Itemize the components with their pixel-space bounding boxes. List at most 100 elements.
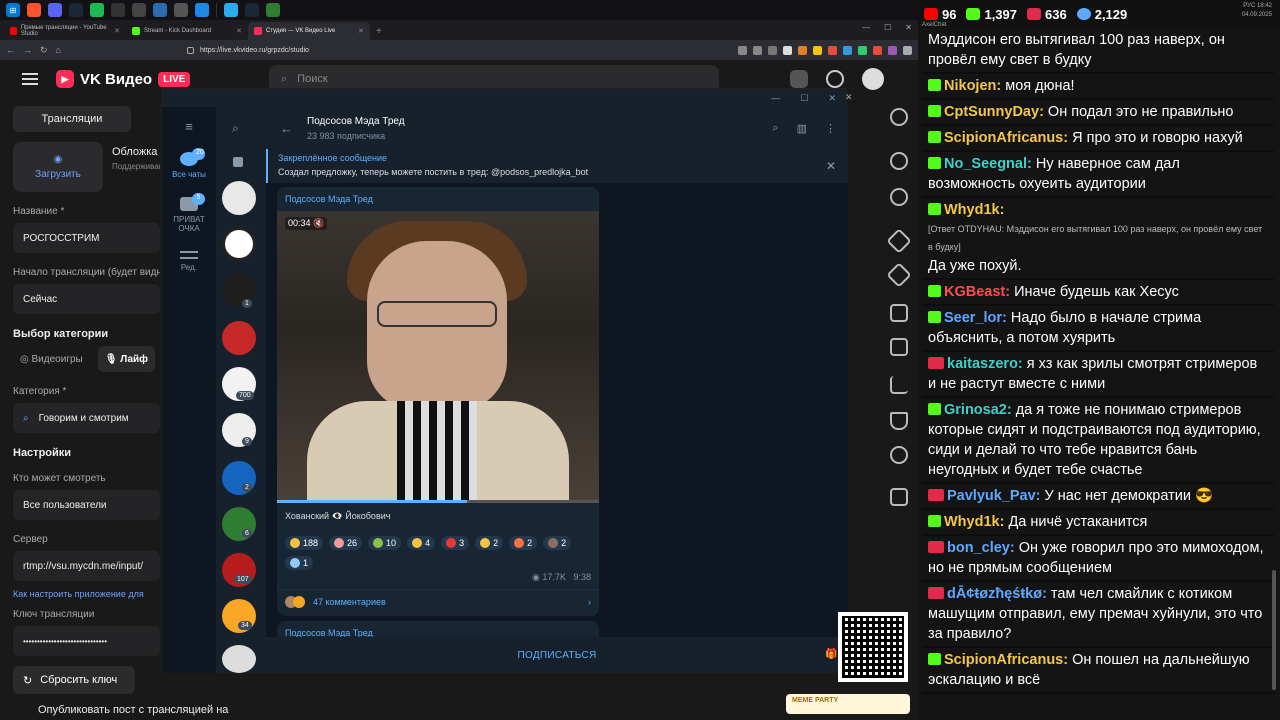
zoom-icon[interactable]	[738, 45, 747, 55]
folder-private[interactable]: 5 ПРИВАТ ОЧКА	[162, 193, 216, 233]
gem-icon[interactable]	[886, 262, 912, 288]
reaction-chip[interactable]: 2	[509, 536, 538, 550]
key-field[interactable]: ••••••••••••••••••••••••••••••	[13, 626, 160, 656]
subscribe-button[interactable]: ПОДПИСАТЬСЯ 🎁	[266, 637, 848, 673]
search-icon[interactable]: ⌕	[772, 122, 778, 135]
extension-icon[interactable]	[798, 45, 807, 55]
add-icon[interactable]	[826, 70, 844, 88]
chat-nick[interactable]: ScipionAfricanus:	[944, 652, 1072, 668]
close-icon[interactable]: ✕	[826, 159, 836, 173]
minimize-icon[interactable]: —	[771, 93, 780, 103]
brave-icon[interactable]	[27, 3, 41, 17]
search-icon[interactable]: ⌕	[232, 121, 239, 136]
bg-close-icon[interactable]: ✕	[845, 92, 853, 103]
back-icon[interactable]: ←	[280, 121, 293, 136]
windows-start-icon[interactable]: ⊞	[6, 3, 20, 17]
trophy-icon[interactable]	[890, 412, 908, 430]
reaction-chip[interactable]: 2	[543, 536, 572, 550]
reaction-chip[interactable]: 26	[329, 536, 363, 550]
user-icon[interactable]	[890, 152, 908, 170]
close-icon[interactable]: ✕	[905, 23, 912, 32]
maximize-icon[interactable]: ☐	[884, 23, 891, 32]
reaction-chip[interactable]: 3	[441, 536, 470, 550]
app-icon[interactable]	[174, 3, 188, 17]
close-icon[interactable]: ✕	[358, 27, 364, 35]
chat-nick[interactable]: CptSunnyDay:	[944, 104, 1048, 120]
chat-nick[interactable]: Pavlyuk_Pav:	[947, 488, 1045, 504]
chat-nick[interactable]: ScipionAfricanus:	[944, 130, 1072, 146]
minimize-icon[interactable]: —	[862, 23, 870, 32]
chat-nick[interactable]: Grinosa2:	[944, 402, 1016, 418]
browser-tab-active[interactable]: Студия — VK Видео Live ✕	[248, 22, 370, 40]
back-icon[interactable]: ←	[6, 45, 15, 55]
video-progress[interactable]	[277, 500, 599, 503]
maximize-icon[interactable]: ☐	[800, 93, 808, 104]
mute-icon[interactable]: 🔇	[313, 218, 324, 228]
archive-icon[interactable]	[233, 157, 243, 167]
reaction-chip[interactable]: 188	[285, 536, 324, 550]
server-field[interactable]: rtmp://vsu.mycdn.me/input/	[13, 551, 160, 581]
url-field[interactable]: https://live.vkvideo.ru/grpzdc/studio	[186, 46, 309, 54]
share-icon[interactable]	[753, 45, 762, 55]
chat-scrollbar[interactable]	[1272, 570, 1276, 690]
post-channel-name[interactable]: Подсосов Мэда Тред	[277, 187, 599, 211]
sidebar-icon[interactable]: ▥	[797, 122, 807, 135]
folder-all-chats[interactable]: 20 Все чаты	[162, 148, 216, 179]
app-icon[interactable]	[266, 3, 280, 17]
bookmark-icon[interactable]	[768, 45, 777, 55]
extension-icon[interactable]	[873, 45, 882, 55]
channel-info[interactable]: Подсосов Мэда Тред 23 983 подписчика	[307, 116, 405, 141]
browser-tab[interactable]: Прямые трансляции - YouTube Studio ✕	[4, 22, 126, 40]
more-icon[interactable]: ⋮	[825, 122, 836, 135]
tab-broadcasts[interactable]: Трансляции	[13, 106, 131, 132]
reaction-chip[interactable]: 4	[407, 536, 436, 550]
notifications-icon[interactable]	[790, 70, 808, 88]
shield-icon[interactable]	[783, 45, 792, 55]
category-field[interactable]: ⌕ Говорим и смотрим	[13, 403, 160, 433]
chat-nick[interactable]: KGBeast:	[944, 284, 1014, 300]
pin-icon[interactable]	[890, 108, 908, 126]
steam-icon[interactable]	[245, 3, 259, 17]
chat-nick[interactable]: Seer_lor:	[944, 310, 1011, 326]
app-icon[interactable]	[153, 3, 167, 17]
obs-icon[interactable]	[111, 3, 125, 17]
gear-icon[interactable]	[890, 188, 908, 206]
avatar[interactable]	[862, 68, 884, 90]
discord-icon[interactable]	[48, 3, 62, 17]
chip-games[interactable]: ◎ Видеоигры	[13, 346, 90, 372]
chat-nick[interactable]: Nikojen:	[944, 78, 1005, 94]
menu-icon[interactable]	[22, 73, 38, 85]
reaction-chip[interactable]: 10	[368, 536, 402, 550]
close-icon[interactable]: ✕	[114, 27, 120, 35]
app-icon[interactable]	[132, 3, 146, 17]
menu-icon[interactable]: ≡	[162, 119, 216, 134]
name-field[interactable]: РОСГОССТРИМ	[13, 223, 160, 253]
chat-nick[interactable]: bon_cley:	[947, 540, 1019, 556]
upload-cover-button[interactable]: ◉ Загрузить	[13, 142, 103, 192]
home-icon[interactable]: ⌂	[56, 45, 61, 55]
extension-icon[interactable]	[843, 45, 852, 55]
diamond-icon[interactable]	[886, 228, 912, 254]
vk-logo[interactable]: ▶ VK Видео LIVE	[56, 70, 191, 88]
dice-icon[interactable]	[890, 304, 908, 322]
gift-icon[interactable]: 🎁	[825, 649, 838, 660]
video-icon[interactable]	[890, 488, 908, 506]
publish-checkbox-label[interactable]: Опубликовать пост с трансляцией на	[38, 704, 228, 716]
extension-icon[interactable]	[813, 45, 822, 55]
reset-key-button[interactable]: ↻ Сбросить ключ	[13, 666, 135, 694]
chat-nick[interactable]: Whyd1k:	[944, 514, 1008, 530]
chat-avatar[interactable]	[222, 645, 256, 673]
reaction-chip[interactable]: 1	[285, 556, 314, 570]
chat-nick[interactable]: Whyd1k:	[944, 202, 1004, 218]
forward-icon[interactable]: →	[23, 45, 32, 55]
chip-life[interactable]: 🎙 Лайф	[97, 346, 155, 372]
howto-link[interactable]: Как настроить приложение для	[13, 589, 160, 599]
next-post-channel-name[interactable]: Подсосов Мэда Тред	[277, 621, 599, 637]
pinned-message[interactable]: Закреплённое сообщение Создал предложку,…	[266, 149, 848, 183]
extension-icon[interactable]	[888, 45, 897, 55]
extension-icon[interactable]	[858, 45, 867, 55]
chat-avatar[interactable]	[222, 181, 256, 215]
new-tab-icon[interactable]: +	[370, 22, 388, 40]
chart-icon[interactable]	[890, 376, 908, 394]
gamepad-icon[interactable]	[890, 446, 908, 464]
